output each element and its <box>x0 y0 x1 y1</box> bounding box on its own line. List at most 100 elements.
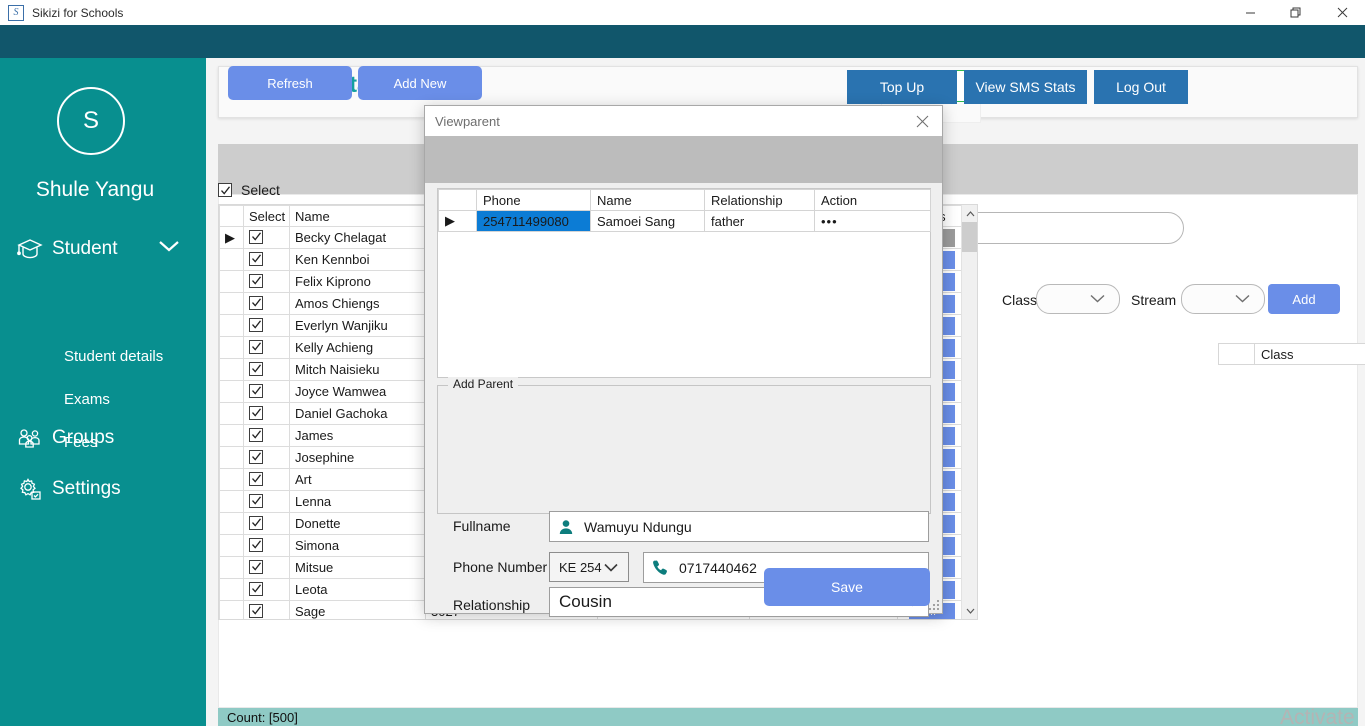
sidebar-item-student-details[interactable]: Student details <box>64 348 163 365</box>
row-checkbox-box[interactable] <box>249 339 263 354</box>
scrollbar-thumb[interactable] <box>962 222 977 252</box>
maximize-button[interactable] <box>1273 0 1319 25</box>
row-checkbox[interactable] <box>243 314 290 337</box>
row-checkbox[interactable] <box>243 380 290 403</box>
col-phone[interactable]: Phone <box>476 189 591 211</box>
row-checkbox-box[interactable] <box>249 537 263 552</box>
row-checkbox[interactable] <box>243 358 290 381</box>
sidebar-item-settings[interactable]: Settings <box>0 466 206 512</box>
row-checkbox[interactable] <box>243 402 290 425</box>
row-checkbox[interactable] <box>243 600 290 619</box>
row-checkbox[interactable] <box>243 336 290 359</box>
add-parent-fieldset: Add Parent <box>437 377 931 514</box>
save-button[interactable]: Save <box>764 568 930 606</box>
avatar: S <box>57 87 125 155</box>
country-code-select[interactable]: KE 254 <box>549 552 629 582</box>
row-checkbox[interactable] <box>243 578 290 601</box>
class-label: Class <box>1002 292 1038 308</box>
student-table-scrollbar[interactable] <box>961 205 977 619</box>
resize-grip[interactable] <box>927 598 939 610</box>
log-out-button[interactable]: Log Out <box>1094 70 1188 104</box>
add-new-button[interactable]: Add New <box>358 66 482 100</box>
row-checkbox-box[interactable] <box>249 581 263 596</box>
row-checkbox-box[interactable] <box>249 251 263 266</box>
row-checkbox-box[interactable] <box>249 229 263 244</box>
row-checkbox[interactable] <box>243 534 290 557</box>
col-action[interactable]: Action <box>814 189 931 211</box>
row-checkbox[interactable] <box>243 424 290 447</box>
row-checkbox[interactable] <box>243 270 290 293</box>
row-checkbox[interactable] <box>243 556 290 579</box>
stream-select[interactable] <box>1181 284 1265 314</box>
row-checkbox[interactable] <box>243 446 290 469</box>
sidebar-item-exams[interactable]: Exams <box>64 391 110 408</box>
view-sms-stats-button[interactable]: View SMS Stats <box>964 70 1087 104</box>
sidebar-item-groups[interactable]: Groups <box>0 415 206 461</box>
country-code-value: KE 254 <box>559 559 602 575</box>
class-select[interactable] <box>1036 284 1120 314</box>
refresh-button[interactable]: Refresh <box>228 66 352 100</box>
student-name: Leota <box>289 578 426 601</box>
row-marker <box>219 424 244 447</box>
row-checkbox-box[interactable] <box>249 427 263 442</box>
window-controls <box>1227 0 1365 25</box>
avatar-initial: S <box>82 107 99 134</box>
student-name: Amos Chiengs <box>289 292 426 315</box>
scroll-down-icon[interactable] <box>962 602 977 619</box>
row-checkbox[interactable] <box>243 226 290 249</box>
chevron-down-icon <box>1090 290 1105 308</box>
phone-number-label: Phone Number <box>453 559 548 575</box>
people-group-icon <box>8 427 52 449</box>
row-checkbox[interactable] <box>243 512 290 535</box>
student-name: Ken Kennboi <box>289 248 426 271</box>
col-name[interactable]: Name <box>590 189 705 211</box>
top-up-button[interactable]: Top Up <box>847 70 957 104</box>
student-name: Joyce Wamwea <box>289 380 426 403</box>
row-marker <box>219 600 244 619</box>
close-icon[interactable] <box>902 106 942 136</box>
record-count: Count: [500] <box>227 709 298 725</box>
row-checkbox[interactable] <box>243 468 290 491</box>
row-checkbox-box[interactable] <box>249 603 263 618</box>
student-name: Felix Kiprono <box>289 270 426 293</box>
add-class-stream-button[interactable]: Add <box>1268 284 1340 314</box>
relationship-label: Relationship <box>453 597 531 613</box>
row-checkbox-box[interactable] <box>249 559 263 574</box>
parent-action-button[interactable]: ••• <box>814 210 931 232</box>
table-header-row: Class Stream <box>1218 343 1365 365</box>
row-checkbox-box[interactable] <box>249 273 263 288</box>
row-checkbox-box[interactable] <box>249 361 263 376</box>
minimize-button[interactable] <box>1227 0 1273 25</box>
row-marker: ▶ <box>219 226 244 249</box>
close-button[interactable] <box>1319 0 1365 25</box>
table-row[interactable]: ▶ 254711499080 Samoei Sang father ••• <box>438 210 931 232</box>
dialog-title-bar: Viewparent <box>425 106 942 136</box>
col-class[interactable]: Class <box>1254 343 1365 365</box>
row-marker: ▶ <box>438 210 477 232</box>
select-all-row[interactable]: Select <box>218 182 280 198</box>
row-checkbox[interactable] <box>243 248 290 271</box>
row-checkbox-box[interactable] <box>249 515 263 530</box>
student-name: Everlyn Wanjiku <box>289 314 426 337</box>
fullname-field[interactable]: Wamuyu Ndungu <box>549 511 929 542</box>
chevron-down-icon[interactable] <box>158 239 180 258</box>
select-all-label: Select <box>241 182 280 198</box>
scroll-up-icon[interactable] <box>962 205 977 222</box>
row-checkbox[interactable] <box>243 490 290 513</box>
row-checkbox[interactable] <box>243 292 290 315</box>
row-checkbox-box[interactable] <box>249 449 263 464</box>
sidebar-item-label: Groups <box>52 427 115 448</box>
sidebar-item-student[interactable]: Student <box>0 226 206 272</box>
window-title: Sikizi for Schools <box>32 5 124 20</box>
col-select[interactable]: Select <box>243 205 290 227</box>
row-checkbox-box[interactable] <box>249 295 263 310</box>
app-icon: S <box>8 4 24 21</box>
row-checkbox-box[interactable] <box>249 405 263 420</box>
select-all-checkbox[interactable] <box>218 183 232 197</box>
row-checkbox-box[interactable] <box>249 471 263 486</box>
col-relationship[interactable]: Relationship <box>704 189 815 211</box>
row-checkbox-box[interactable] <box>249 493 263 508</box>
row-checkbox-box[interactable] <box>249 383 263 398</box>
row-checkbox-box[interactable] <box>249 317 263 332</box>
col-name[interactable]: Name <box>289 205 426 227</box>
